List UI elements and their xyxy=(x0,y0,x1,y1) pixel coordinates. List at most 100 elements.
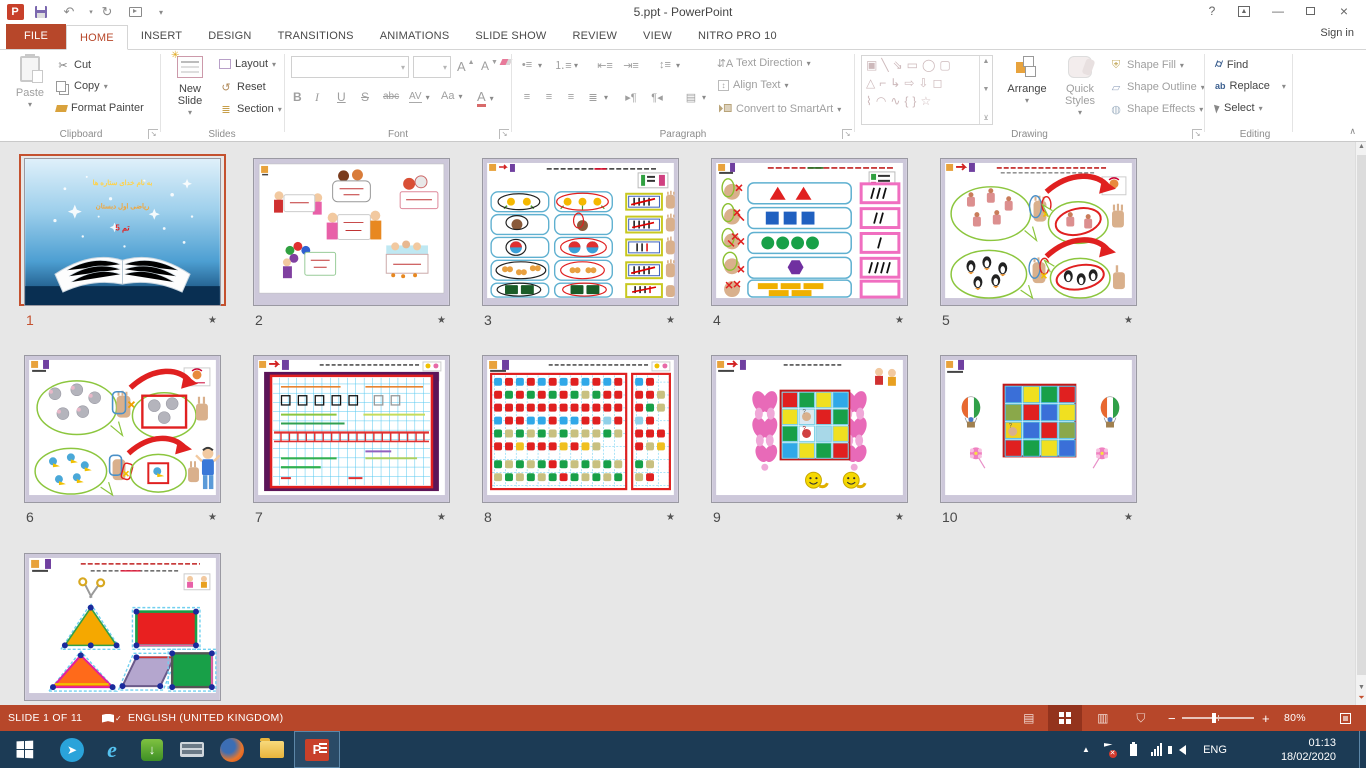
tab-file[interactable]: FILE xyxy=(6,24,66,49)
collapse-ribbon-button[interactable]: ∧ xyxy=(1349,126,1356,137)
taskbar-firefox-icon[interactable] xyxy=(212,731,252,768)
align-right-button[interactable]: ≡ xyxy=(564,90,578,104)
slide-thumbnail-5[interactable] xyxy=(940,158,1137,306)
line-spacing-button[interactable]: ↕≡▾ xyxy=(658,58,680,72)
tab-design[interactable]: DESIGN xyxy=(195,24,264,49)
reset-button[interactable]: ↺Reset xyxy=(219,80,266,94)
slide-thumbnail-4[interactable] xyxy=(711,158,908,306)
zoom-in-button[interactable]: + xyxy=(1262,705,1270,731)
clear-formatting-button[interactable] xyxy=(501,59,511,65)
slide-thumbnail-6[interactable] xyxy=(24,355,221,503)
slide-thumbnail-3[interactable] xyxy=(482,158,679,306)
proofing-icon[interactable]: ✓ xyxy=(102,705,122,731)
tab-nitro-pro[interactable]: NITRO PRO 10 xyxy=(685,24,790,49)
increase-indent-button[interactable]: ⇥≡ xyxy=(624,58,638,72)
slide-sorter-view-button[interactable] xyxy=(1048,705,1082,731)
zoom-percentage[interactable]: 80% xyxy=(1284,705,1306,731)
shape-outline-button[interactable]: ▱Shape Outline▾ xyxy=(1109,80,1205,94)
bold-button[interactable]: B xyxy=(293,90,302,104)
taskbar-keyboard-icon[interactable] xyxy=(172,731,212,768)
tray-battery-icon[interactable] xyxy=(1124,731,1142,768)
vertical-scrollbar[interactable]: ▲ ▼ ⏷ xyxy=(1355,142,1366,705)
slide-thumbnail-9[interactable]: ? ? xyxy=(711,355,908,503)
restore-button[interactable] xyxy=(1296,0,1324,22)
clipboard-dialog-launcher[interactable]: ↘ xyxy=(148,129,158,139)
tab-transitions[interactable]: TRANSITIONS xyxy=(265,24,367,49)
slide-thumbnail-7[interactable] xyxy=(253,355,450,503)
font-size-combo[interactable]: ▾ xyxy=(413,56,451,78)
scroll-up-arrow[interactable]: ▲ xyxy=(1356,143,1366,150)
slide-thumbnail-11[interactable] xyxy=(24,553,221,701)
underline-button[interactable]: U xyxy=(337,90,346,104)
tray-signal-icon[interactable] xyxy=(1146,731,1166,768)
taskbar-internet-explorer-icon[interactable]: e xyxy=(92,731,132,768)
taskbar-file-explorer-icon[interactable] xyxy=(252,731,292,768)
taskbar-download-manager-icon[interactable]: ↓ xyxy=(132,731,172,768)
show-desktop-button[interactable] xyxy=(1359,731,1366,768)
grow-font-button[interactable]: A▲ xyxy=(457,59,475,74)
font-color-button[interactable]: A▾ xyxy=(477,89,494,107)
new-slide-button[interactable]: New Slide ▾ xyxy=(167,56,213,119)
layout-button[interactable]: Layout▾ xyxy=(219,58,276,70)
slide-thumbnail-1[interactable]: به نام خدای ستاره ها ریاضی اول دبستان تم… xyxy=(24,158,221,306)
shrink-font-button[interactable]: A▼ xyxy=(481,59,498,73)
drawing-dialog-launcher[interactable]: ↘ xyxy=(1192,129,1202,139)
zoom-out-button[interactable]: − xyxy=(1168,705,1176,731)
text-direction-button[interactable]: ⇵AText Direction▾ xyxy=(718,56,811,70)
zoom-slider[interactable] xyxy=(1182,705,1254,731)
cut-button[interactable]: ✂Cut xyxy=(56,58,91,72)
slide-show-button[interactable]: ⛉ xyxy=(1124,705,1158,731)
start-button[interactable] xyxy=(0,731,48,768)
tray-language-indicator[interactable]: ENG xyxy=(1198,731,1232,768)
ltr-direction-button[interactable]: ▸¶ xyxy=(624,90,638,104)
tab-home[interactable]: HOME xyxy=(66,25,128,50)
scroll-down-arrow[interactable]: ▼ xyxy=(1356,684,1366,691)
help-button[interactable]: ? xyxy=(1198,0,1226,22)
italic-button[interactable]: I xyxy=(315,90,319,105)
arrange-button[interactable]: Arrange▾ xyxy=(1001,56,1053,107)
rtl-direction-button[interactable]: ¶◂ xyxy=(650,90,664,104)
text-shadow-button[interactable]: abc xyxy=(383,91,399,102)
tray-network-icon[interactable] xyxy=(1100,731,1118,768)
convert-smartart-button[interactable]: ⏵▤Convert to SmartArt▾ xyxy=(718,102,841,116)
taskbar-telegram-icon[interactable]: ➤ xyxy=(52,731,92,768)
format-painter-button[interactable]: Format Painter xyxy=(56,102,144,114)
decrease-indent-button[interactable]: ⇤≡ xyxy=(598,58,612,72)
taskbar-powerpoint-active-icon[interactable]: P xyxy=(294,731,340,768)
select-button[interactable]: Select▾ xyxy=(1215,102,1263,114)
align-center-button[interactable]: ≡ xyxy=(542,90,556,104)
columns-button[interactable]: ▤▾ xyxy=(684,90,706,104)
align-text-button[interactable]: ↕Align Text▾ xyxy=(718,79,789,91)
tab-view[interactable]: VIEW xyxy=(630,24,685,49)
tab-animations[interactable]: ANIMATIONS xyxy=(367,24,463,49)
shape-fill-button[interactable]: ⛨Shape Fill▾ xyxy=(1109,58,1184,72)
font-name-combo[interactable]: ▾ xyxy=(291,56,409,78)
shape-effects-button[interactable]: ◍Shape Effects▾ xyxy=(1109,102,1203,116)
section-button[interactable]: ≣Section▾ xyxy=(219,102,282,116)
tab-slide-show[interactable]: SLIDE SHOW xyxy=(462,24,559,49)
shapes-scrollbar[interactable]: ▲▼⊻ xyxy=(979,56,992,124)
next-slide-buttons[interactable]: ⏷ xyxy=(1356,693,1366,703)
replace-button[interactable]: abReplace▾ xyxy=(1215,80,1286,92)
numbering-button[interactable]: ⒈≡▾ xyxy=(556,58,578,72)
font-dialog-launcher[interactable]: ↘ xyxy=(499,129,509,139)
tab-insert[interactable]: INSERT xyxy=(128,24,195,49)
strikethrough-button[interactable]: S xyxy=(361,90,369,104)
find-button[interactable]: ⌭Find xyxy=(1215,58,1248,71)
change-case-button[interactable]: Aa▾ xyxy=(441,90,462,102)
shapes-gallery[interactable]: ▣╲⇘▭◯▢ △⌐↳⇨⇩◻ ⌇◠∿{}☆ ▲▼⊻ xyxy=(861,55,993,125)
tray-volume-icon[interactable] xyxy=(1172,731,1192,768)
close-button[interactable]: × xyxy=(1330,0,1358,22)
ribbon-display-options-button[interactable]: ▲ xyxy=(1230,0,1258,22)
slide-thumbnail-10[interactable]: ? xyxy=(940,355,1137,503)
tab-review[interactable]: REVIEW xyxy=(559,24,630,49)
sign-in-link[interactable]: Sign in xyxy=(1320,27,1354,39)
quick-styles-button[interactable]: Quick Styles▾ xyxy=(1057,56,1103,119)
normal-view-button[interactable]: ▤ xyxy=(1012,705,1046,731)
language-indicator[interactable]: ENGLISH (UNITED KINGDOM) xyxy=(128,705,283,731)
paragraph-dialog-launcher[interactable]: ↘ xyxy=(842,129,852,139)
fit-slide-to-window-button[interactable] xyxy=(1340,705,1351,731)
tray-clock[interactable]: 01:13 18/02/2020 xyxy=(1240,731,1336,768)
tray-show-hidden-icons[interactable]: ▲ xyxy=(1078,731,1094,768)
align-left-button[interactable]: ≡ xyxy=(520,90,534,104)
